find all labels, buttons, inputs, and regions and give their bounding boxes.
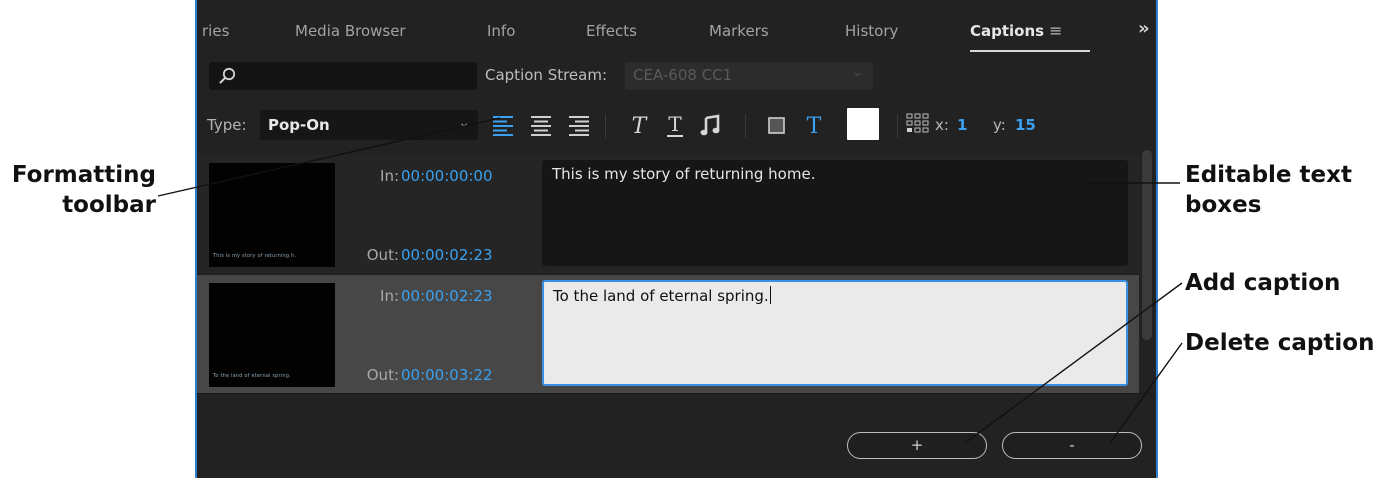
tab-effects[interactable]: Effects bbox=[586, 22, 637, 40]
toolbar-separator bbox=[897, 114, 898, 138]
thumbnail-caption-text: To the land of eternal spring. bbox=[213, 373, 291, 379]
toolbar-separator bbox=[745, 114, 746, 138]
svg-text:T: T bbox=[632, 114, 649, 139]
type-label: Type: bbox=[207, 116, 247, 134]
caption-stream-select[interactable]: CEA-608 CC1 ⌄ bbox=[625, 62, 873, 90]
align-left-icon[interactable] bbox=[489, 111, 517, 139]
callout-delete-caption: Delete caption bbox=[1185, 330, 1375, 356]
svg-text:T: T bbox=[668, 112, 682, 136]
add-caption-button[interactable]: + bbox=[847, 432, 987, 459]
scrollbar-thumb[interactable] bbox=[1142, 150, 1152, 340]
tab-media-browser[interactable]: Media Browser bbox=[295, 22, 406, 40]
tab-info[interactable]: Info bbox=[487, 22, 515, 40]
thumbnail-caption-text: This is my story of returning h. bbox=[213, 253, 297, 259]
underline-icon[interactable]: T bbox=[661, 111, 689, 139]
callout-add-caption: Add caption bbox=[1185, 270, 1341, 296]
caption-type-value: Pop-On bbox=[268, 116, 330, 134]
caption-text: This is my story of returning home. bbox=[552, 165, 816, 183]
captions-panel: ries Media Browser Info Effects Markers … bbox=[195, 0, 1158, 478]
position-y-value[interactable]: 15 bbox=[1015, 116, 1036, 134]
out-timecode[interactable]: 00:00:02:23 bbox=[401, 246, 493, 264]
caption-text: To the land of eternal spring. bbox=[553, 287, 769, 305]
in-timecode[interactable]: 00:00:02:23 bbox=[401, 287, 493, 305]
search-icon bbox=[219, 67, 236, 84]
caption-row-selected[interactable]: To the land of eternal spring. In: 00:00… bbox=[197, 275, 1139, 393]
caption-text-box[interactable]: To the land of eternal spring. bbox=[542, 280, 1128, 386]
caption-stream-value: CEA-608 CC1 bbox=[633, 66, 733, 84]
callout-formatting-line-1: Formatting bbox=[11, 162, 156, 188]
out-timecode[interactable]: 00:00:03:22 bbox=[401, 366, 493, 384]
tab-history[interactable]: History bbox=[845, 22, 898, 40]
caption-type-select[interactable]: Pop-On ⌄ bbox=[260, 110, 478, 140]
panel-tab-bar: ries Media Browser Info Effects Markers … bbox=[197, 0, 1156, 60]
out-label: Out: bbox=[366, 366, 399, 384]
in-label: In: bbox=[380, 287, 399, 305]
tab-captions[interactable]: Captions bbox=[970, 22, 1044, 40]
position-x-value[interactable]: 1 bbox=[957, 116, 967, 134]
music-note-icon[interactable] bbox=[697, 111, 725, 139]
position-y-label: y: bbox=[993, 116, 1006, 134]
search-input[interactable] bbox=[209, 62, 477, 90]
position-x-label: x: bbox=[935, 116, 949, 134]
callout-formatting-toolbar: Formatting toolbar bbox=[6, 160, 156, 220]
align-right-icon[interactable] bbox=[565, 111, 593, 139]
text-caret bbox=[769, 286, 771, 304]
in-timecode[interactable]: 00:00:00:00 bbox=[401, 167, 493, 185]
caption-thumbnail: To the land of eternal spring. bbox=[209, 283, 335, 387]
divider bbox=[197, 393, 1156, 394]
hamburger-icon[interactable]: ≡ bbox=[1049, 21, 1062, 40]
chevron-down-icon: ⌄ bbox=[458, 115, 470, 131]
out-label: Out: bbox=[366, 246, 399, 264]
caption-stream-label: Caption Stream: bbox=[485, 66, 608, 84]
tab-libraries[interactable]: ries bbox=[202, 22, 229, 40]
callout-formatting-line-2: toolbar bbox=[62, 192, 156, 218]
align-center-icon[interactable] bbox=[527, 111, 555, 139]
callout-editable-line-2: boxes bbox=[1185, 192, 1262, 218]
tab-overflow-icon[interactable]: » bbox=[1138, 18, 1150, 39]
in-label: In: bbox=[380, 167, 399, 185]
toolbar-separator bbox=[605, 114, 606, 138]
background-color-icon[interactable] bbox=[763, 111, 791, 139]
svg-text:T: T bbox=[807, 114, 822, 139]
active-tab-underline bbox=[970, 50, 1090, 52]
caption-thumbnail: This is my story of returning h. bbox=[209, 163, 335, 267]
italic-icon[interactable]: T bbox=[625, 111, 653, 139]
delete-caption-button[interactable]: - bbox=[1002, 432, 1142, 459]
caption-text-box[interactable]: This is my story of returning home. bbox=[542, 160, 1128, 266]
chevron-down-icon: ⌄ bbox=[852, 65, 863, 80]
scrollbar[interactable] bbox=[1141, 150, 1153, 395]
callout-editable-text-boxes: Editable text boxes bbox=[1185, 160, 1375, 220]
callout-editable-line-1: Editable text bbox=[1185, 162, 1352, 188]
caption-row[interactable]: This is my story of returning h. In: 00:… bbox=[197, 155, 1139, 273]
color-swatch[interactable] bbox=[847, 108, 879, 140]
position-grid-icon[interactable] bbox=[904, 111, 932, 139]
tab-markers[interactable]: Markers bbox=[709, 22, 769, 40]
text-color-icon[interactable]: T bbox=[801, 111, 829, 139]
